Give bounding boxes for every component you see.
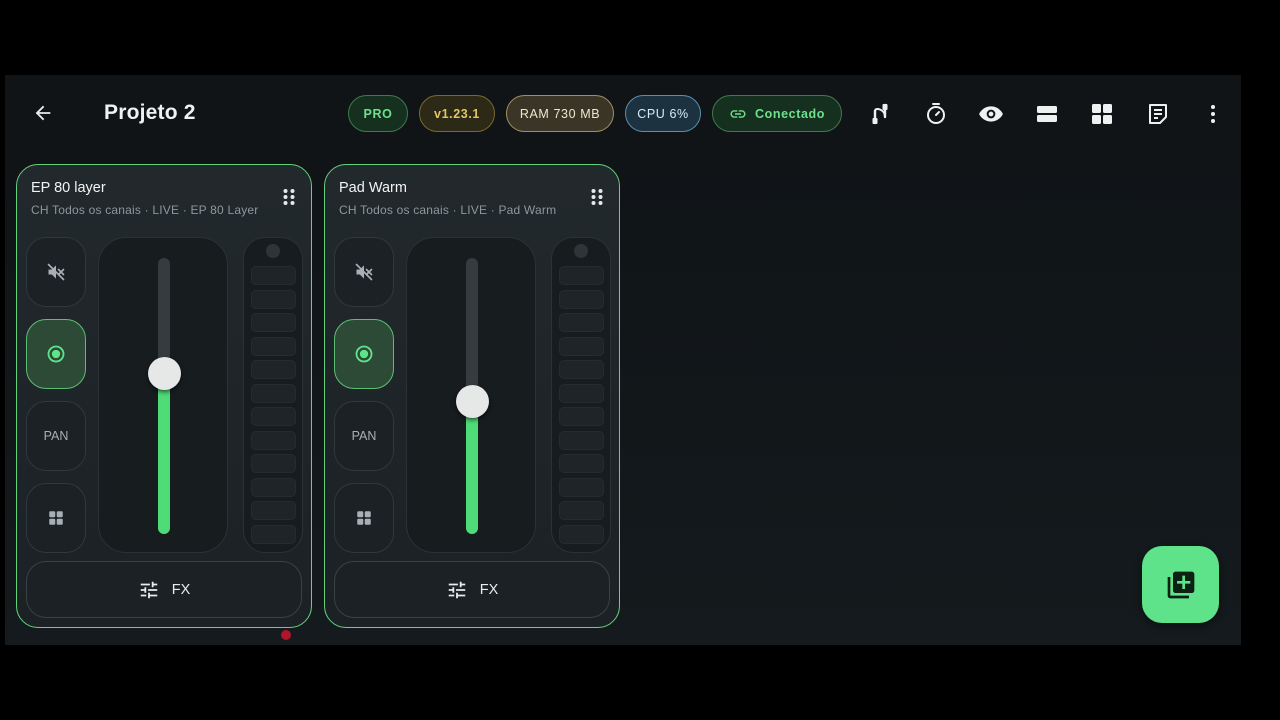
- channel-subtitle: CH Todos os canais · LIVE · EP 80 Layer: [31, 203, 259, 217]
- tune-icon: [448, 581, 465, 598]
- meter-segment: [251, 266, 296, 285]
- fx-button[interactable]: FX: [334, 561, 610, 618]
- fx-label: FX: [171, 581, 191, 598]
- volume-off-icon: [47, 263, 65, 281]
- meter-segment: [559, 360, 604, 379]
- monitor-toggle-button[interactable]: [26, 319, 86, 389]
- link-icon: [730, 109, 746, 118]
- channel-title: EP 80 layer: [31, 180, 106, 196]
- volume-fader[interactable]: [98, 237, 228, 553]
- meter-segment: [251, 289, 296, 309]
- drag-handle-icon[interactable]: [590, 187, 604, 207]
- pro-badge[interactable]: PRO: [348, 95, 408, 132]
- app-screen: Projeto 2 PRO v1.23.1 RAM 730 MB CPU 6% …: [5, 75, 1241, 645]
- level-meter: [243, 237, 303, 553]
- notes-button[interactable]: [1143, 99, 1173, 129]
- radio-on-icon: [47, 345, 65, 363]
- more-vert-icon: [1211, 105, 1215, 123]
- meter-segment: [251, 360, 296, 379]
- meter-segment: [251, 313, 296, 332]
- clip-indicator: [574, 244, 588, 258]
- fx-button[interactable]: FX: [26, 561, 302, 618]
- meter-segment: [559, 524, 604, 544]
- meter-segment: [251, 383, 296, 403]
- library-add-icon: [1167, 571, 1194, 598]
- meter-segment: [559, 383, 604, 403]
- page-title: Projeto 2: [104, 101, 196, 124]
- meter-segment: [251, 477, 296, 497]
- fader-fill: [466, 401, 478, 534]
- meter-segment: [251, 501, 296, 520]
- meter-segment: [559, 313, 604, 332]
- timer-button[interactable]: [921, 99, 951, 129]
- back-arrow-icon: [35, 105, 51, 121]
- meter-segment: [251, 430, 296, 450]
- meter-segment: [559, 501, 604, 520]
- fader-track[interactable]: [158, 258, 170, 534]
- meter-segment: [559, 266, 604, 285]
- notes-icon: [1149, 104, 1167, 124]
- more-options-button[interactable]: [1198, 99, 1228, 129]
- volume-fader[interactable]: [406, 237, 536, 553]
- monitor-toggle-button[interactable]: [334, 319, 394, 389]
- level-meter: [551, 237, 611, 553]
- visibility-button[interactable]: [976, 99, 1006, 129]
- grid-icon: [49, 511, 63, 525]
- rows-layout-icon: [1037, 106, 1057, 122]
- eye-icon: [979, 106, 1003, 122]
- meter-segment: [251, 454, 296, 473]
- grid-layout-icon: [1092, 104, 1112, 124]
- fader-knob[interactable]: [456, 385, 489, 419]
- channel-subtitle: CH Todos os canais · LIVE · Pad Warm: [339, 203, 557, 217]
- timer-icon: [927, 103, 945, 124]
- apps-button[interactable]: [334, 483, 394, 553]
- rows-layout-button[interactable]: [1032, 99, 1062, 129]
- channel-strip: Pad Warm CH Todos os canais · LIVE · Pad…: [324, 164, 620, 628]
- meter-segment: [251, 524, 296, 544]
- channel-title: Pad Warm: [339, 180, 407, 196]
- meter-segment: [559, 289, 604, 309]
- routing-button[interactable]: [865, 99, 895, 129]
- ram-badge[interactable]: RAM 730 MB: [506, 95, 614, 132]
- cpu-badge[interactable]: CPU 6%: [625, 95, 701, 132]
- fx-label: FX: [479, 581, 499, 598]
- tune-icon: [140, 581, 157, 598]
- mute-button[interactable]: [26, 237, 86, 307]
- grid-icon: [357, 511, 371, 525]
- connection-status-chip[interactable]: Conectado: [712, 95, 842, 132]
- record-indicator: [281, 630, 291, 640]
- apps-button[interactable]: [26, 483, 86, 553]
- mute-button[interactable]: [334, 237, 394, 307]
- channel-strip: EP 80 layer CH Todos os canais · LIVE · …: [16, 164, 312, 628]
- meter-segment: [559, 407, 604, 426]
- pan-button[interactable]: PAN: [334, 401, 394, 471]
- grid-layout-button[interactable]: [1087, 99, 1117, 129]
- meter-segment: [251, 407, 296, 426]
- pan-button[interactable]: PAN: [26, 401, 86, 471]
- clip-indicator: [266, 244, 280, 258]
- meter-segment: [559, 454, 604, 473]
- back-button[interactable]: [29, 99, 57, 127]
- routing-icon: [872, 103, 888, 125]
- volume-off-icon: [355, 263, 373, 281]
- meter-segment: [251, 336, 296, 356]
- radio-on-icon: [355, 345, 373, 363]
- meter-segment: [559, 430, 604, 450]
- connection-status-label: Conectado: [755, 106, 825, 121]
- fader-knob[interactable]: [148, 357, 181, 391]
- version-badge[interactable]: v1.23.1: [419, 95, 495, 132]
- meter-segment: [559, 336, 604, 356]
- drag-handle-icon[interactable]: [282, 187, 296, 207]
- fader-fill: [158, 373, 170, 534]
- app-bar: Projeto 2 PRO v1.23.1 RAM 730 MB CPU 6% …: [5, 75, 1241, 153]
- meter-segment: [559, 477, 604, 497]
- add-channel-button[interactable]: [1142, 546, 1219, 623]
